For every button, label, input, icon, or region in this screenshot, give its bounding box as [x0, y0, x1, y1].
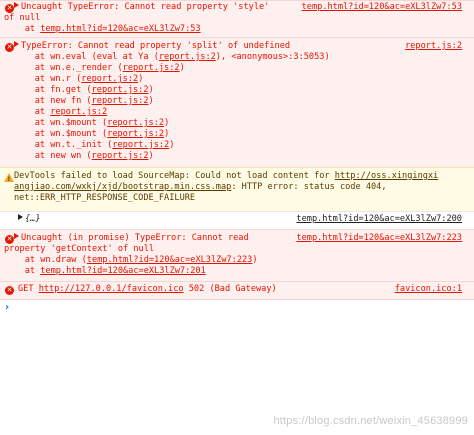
source-link[interactable]: temp.html?id=120&ac=eXL3lZw7:223 [296, 233, 462, 244]
stack-frame: at new fn (report.js:2) [14, 96, 154, 106]
stack-frame: at fn.get (report.js:2) [14, 85, 154, 95]
stack-frame: at wn.eval (eval at Ya (report.js:2), <a… [14, 52, 330, 62]
console-message-error-split[interactable]: ✕ TypeError: Cannot read property 'split… [0, 37, 474, 167]
message-text-continued: net::ERR_HTTP_RESPONSE_CODE_FAILURE [14, 193, 196, 203]
console-message-error-favicon[interactable]: ✕ GET http://127.0.0.1/favicon.ico 502 (… [0, 281, 474, 300]
message-text: DevTools failed to load SourceMap: Could… [14, 171, 439, 181]
stack-frame: at temp.html?id=120&ac=eXL3lZw7:201 [4, 266, 206, 276]
message-text-continued: angjiao.com/wxkj/xjd/bootstrap.min.css.m… [14, 182, 387, 192]
expand-triangle-icon[interactable] [14, 41, 19, 47]
stack-frame: at wn.$mount (report.js:2) [14, 118, 170, 128]
source-link[interactable]: report.js:2 [405, 41, 462, 52]
error-icon: ✕ [5, 43, 14, 52]
request-url-link[interactable]: http://127.0.0.1/favicon.ico [39, 284, 184, 294]
console-prompt[interactable]: › [0, 300, 474, 320]
error-icon: ✕ [5, 235, 14, 244]
message-text-continued: property 'getContext' of null [4, 244, 155, 254]
watermark: https://blog.csdn.net/weixin_45638999 [273, 415, 468, 427]
console-message-error-style[interactable]: ✕ Uncaught TypeError: Cannot read proper… [0, 0, 474, 37]
stack-frame-link[interactable]: temp.html?id=120&ac=eXL3lZw7:53 [40, 24, 200, 34]
source-link[interactable]: favicon.ico:1 [395, 284, 462, 295]
error-icon: ✕ [5, 286, 14, 295]
console-message-warning-sourcemap[interactable]: DevTools failed to load SourceMap: Could… [0, 167, 474, 211]
expand-triangle-icon[interactable] [14, 233, 19, 239]
warning-icon [4, 173, 14, 185]
stack-frame-link[interactable]: report.js:2 [107, 118, 164, 128]
stack-frame-link[interactable]: report.js:2 [92, 85, 149, 95]
source-link[interactable]: temp.html?id=120&ac=eXL3lZw7:200 [296, 214, 462, 225]
stack-frame-link[interactable]: report.js:2 [123, 63, 180, 73]
stack-frame-link[interactable]: temp.html?id=120&ac=eXL3lZw7:223 [87, 255, 253, 265]
stack-frame: at wn.t._init (report.js:2) [14, 140, 175, 150]
stack-frame: at temp.html?id=120&ac=eXL3lZw7:53 [4, 24, 201, 34]
message-text-continued: of null [4, 13, 41, 23]
source-link[interactable]: temp.html?id=120&ac=eXL3lZw7:53 [302, 2, 462, 13]
expand-triangle-icon[interactable] [14, 2, 19, 8]
stack-frame: at new wn (report.js:2) [14, 151, 154, 161]
stack-frame-link[interactable]: report.js:2 [81, 74, 138, 84]
stack-frame-link[interactable]: report.js:2 [107, 129, 164, 139]
prompt-chevron-icon: › [5, 302, 10, 313]
stack-frame-link[interactable]: report.js:2 [92, 151, 149, 161]
stack-frame-link[interactable]: temp.html?id=120&ac=eXL3lZw7:201 [40, 266, 206, 276]
console-message-error-getcontext[interactable]: ✕ Uncaught (in promise) TypeError: Canno… [0, 229, 474, 281]
stack-frame-link[interactable]: report.js:2 [50, 107, 107, 117]
sourcemap-link-cont[interactable]: angjiao.com/wxkj/xjd/bootstrap.min.css.m… [14, 182, 231, 192]
stack-frame-link[interactable]: report.js:2 [92, 96, 149, 106]
stack-frame: at report.js:2 [14, 107, 108, 117]
sourcemap-link[interactable]: http://oss.xingingxi [335, 171, 438, 181]
message-text: Uncaught TypeError: Cannot read property… [21, 2, 270, 12]
message-text: Uncaught (in promise) TypeError: Cannot … [21, 233, 249, 243]
error-icon: ✕ [5, 4, 14, 13]
stack-frame: at wn.r (report.js:2) [14, 74, 144, 84]
stack-frame-link[interactable]: report.js:2 [159, 52, 216, 62]
stack-frame: at wn.draw (temp.html?id=120&ac=eXL3lZw7… [4, 255, 258, 265]
object-preview[interactable]: {…} [25, 214, 41, 224]
stack-frame-link[interactable]: report.js:2 [112, 140, 169, 150]
console-message-log-object[interactable]: {…} temp.html?id=120&ac=eXL3lZw7:200 [0, 211, 474, 229]
expand-triangle-icon[interactable] [18, 214, 23, 220]
message-text: TypeError: Cannot read property 'split' … [21, 41, 291, 51]
stack-frame: at wn.e._render (report.js:2) [14, 63, 185, 73]
stack-frame: at wn.$mount (report.js:2) [14, 129, 170, 139]
